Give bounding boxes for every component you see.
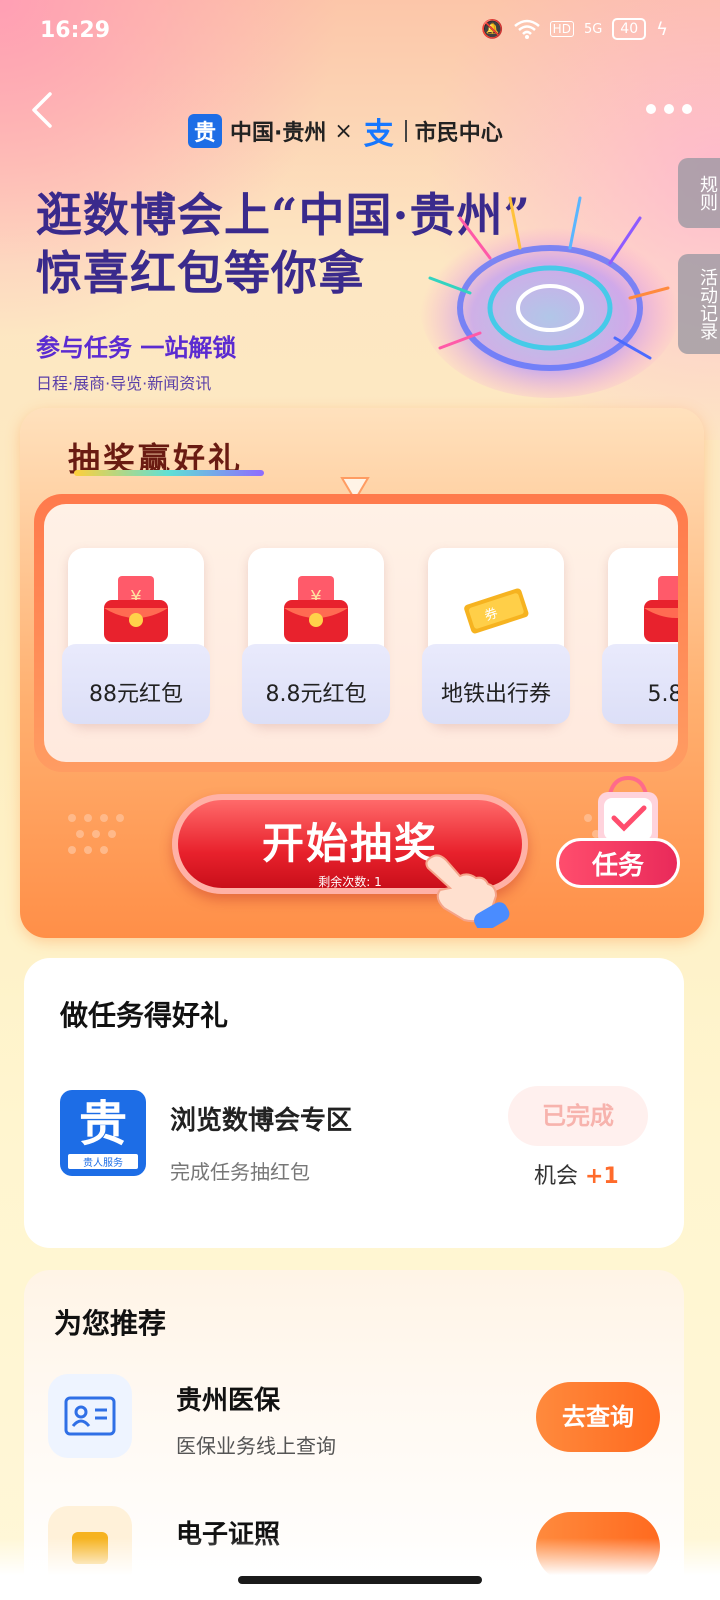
bottom-fade — [0, 1538, 720, 1600]
battery-icon: 40 — [612, 18, 647, 40]
charging-icon: ϟ — [656, 18, 668, 40]
brand-left-text: 中国·贵州 — [230, 121, 327, 146]
activity-records-tab[interactable]: 活动记录 — [678, 254, 720, 354]
banner-note: 日程·展商·导览·新闻资讯 — [36, 374, 212, 393]
red-envelope-icon: ¥ — [284, 576, 348, 642]
mute-icon: 🔕 — [481, 18, 504, 40]
back-arrow-icon — [32, 92, 52, 128]
task-completed-button[interactable]: 已完成 — [508, 1086, 648, 1146]
alipay-logo-icon: 支 — [363, 117, 394, 152]
prize-item: ¥ 88元红包 — [62, 548, 210, 724]
query-button[interactable]: 去查询 — [536, 1382, 660, 1452]
recommend-title: 为您推荐 — [54, 1307, 167, 1340]
task-chance-prefix: 机会 — [534, 1164, 585, 1189]
pointing-hand-icon — [425, 854, 510, 928]
rules-tab[interactable]: 规则 — [678, 158, 720, 228]
tasks-title: 做任务得好礼 — [60, 999, 229, 1032]
recommend-item-name: 贵州医保 — [176, 1386, 281, 1416]
more-dot-icon — [664, 104, 674, 114]
status-time: 16:29 — [40, 18, 111, 43]
prize-track: ¥ 88元红包 ¥ 8.8元红包 券 地铁出行券 5.8 — [62, 548, 679, 724]
more-dot-icon — [682, 104, 692, 114]
tech-swirl-graphic — [420, 196, 680, 398]
red-envelope-icon — [644, 576, 678, 642]
more-dot-icon — [646, 104, 656, 114]
task-logo-caption: 贵人服务 — [68, 1154, 138, 1169]
task-name: 浏览数博会专区 — [170, 1106, 353, 1136]
medical-insurance-icon — [48, 1374, 132, 1458]
brand-separator — [404, 120, 407, 142]
prize-frame: ¥ 88元红包 ¥ 8.8元红包 券 地铁出行券 5.8 — [34, 494, 688, 772]
hd-badge: HD — [549, 21, 574, 37]
id-card-icon — [64, 1396, 116, 1436]
lottery-title-underline — [74, 470, 264, 476]
prize-label: 5.8元 — [647, 682, 679, 707]
task-button[interactable]: 任务 — [556, 838, 680, 888]
recommend-item-desc: 医保业务线上查询 — [176, 1434, 336, 1458]
status-icons: 🔕 HD 5G 40 ϟ — [481, 18, 668, 40]
wifi-icon — [513, 19, 540, 39]
status-bar: 16:29 🔕 HD 5G 40 ϟ — [0, 0, 720, 64]
brand-header: 贵 中国·贵州 × 支 市民中心 — [188, 112, 503, 152]
tasks-card: 做任务得好礼 贵 贵人服务 浏览数博会专区 完成任务抽红包 已完成 机会 +1 — [24, 958, 684, 1248]
more-button[interactable] — [646, 96, 696, 122]
task-chance: 机会 +1 — [534, 1158, 619, 1190]
prize-item: 5.8元 — [602, 548, 679, 724]
guizhou-logo-icon: 贵 — [188, 114, 222, 148]
brand-right-text: 市民中心 — [414, 121, 503, 146]
lottery-card: 抽奖赢好礼 ¥ 88元红包 ¥ 8.8元红包 券 地铁出行券 5.8 开始抽奖 … — [20, 408, 704, 938]
prize-label: 8.8元红包 — [265, 682, 367, 707]
decor-dots — [68, 814, 124, 854]
task-logo-char: 贵 — [78, 1096, 127, 1152]
prize-item: 券 地铁出行券 — [422, 548, 570, 724]
prize-carousel: ¥ 88元红包 ¥ 8.8元红包 券 地铁出行券 5.8 — [44, 504, 678, 762]
ticket-icon: 券 — [464, 588, 529, 634]
red-envelope-icon: ¥ — [104, 576, 168, 642]
back-button[interactable] — [22, 86, 62, 134]
home-indicator[interactable] — [238, 1576, 482, 1584]
banner-subtitle: 参与任务 一站解锁 — [36, 334, 237, 362]
prize-item: ¥ 8.8元红包 — [242, 548, 390, 724]
task-chance-value: +1 — [585, 1164, 619, 1189]
prize-label: 地铁出行券 — [440, 682, 551, 707]
guizhou-service-logo-icon: 贵 贵人服务 — [60, 1090, 146, 1176]
network-label: 5G — [583, 21, 603, 37]
prize-label: 88元红包 — [89, 682, 183, 707]
task-description: 完成任务抽红包 — [170, 1160, 310, 1184]
brand-times: × — [334, 118, 353, 144]
